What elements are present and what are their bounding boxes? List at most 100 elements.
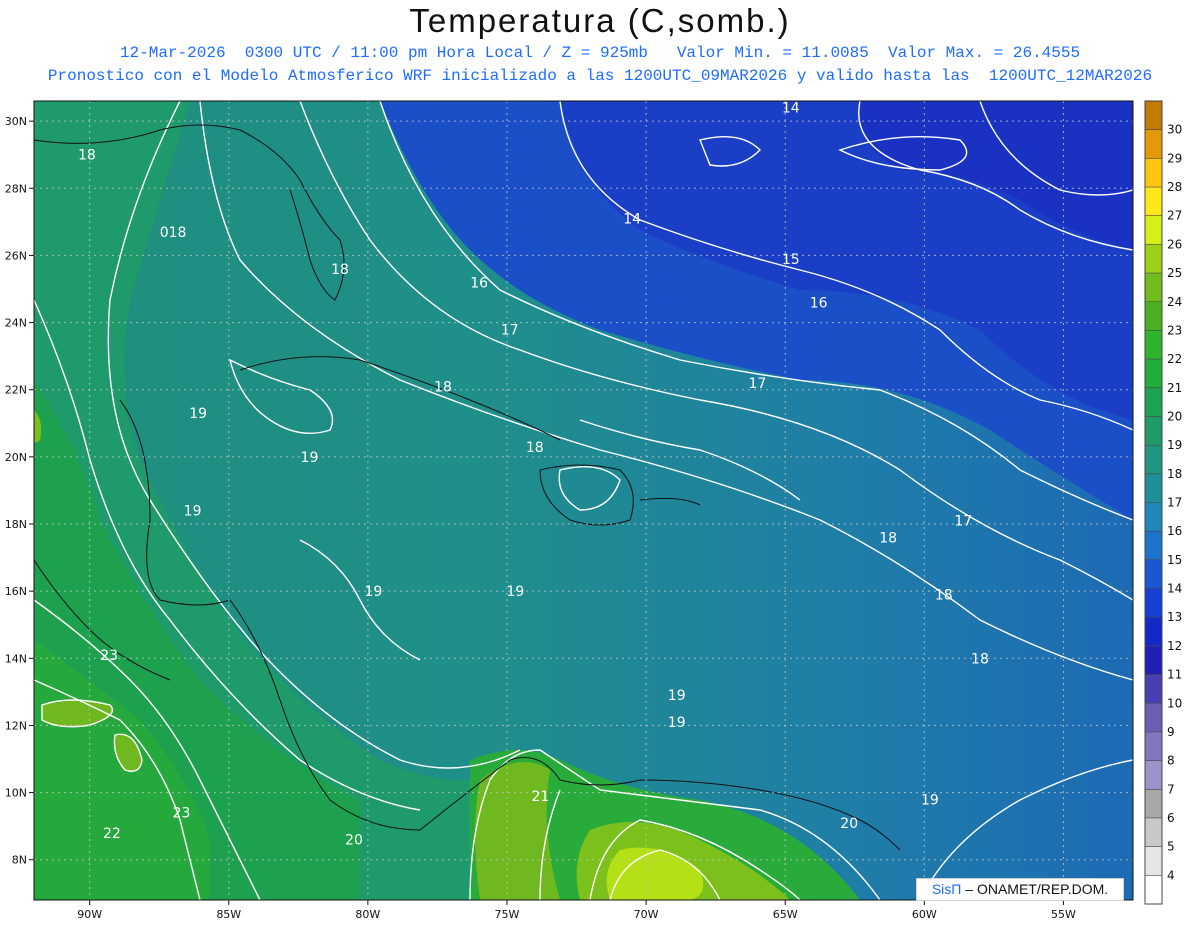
contour-label: 16 bbox=[470, 275, 488, 291]
colorbar-label: 19 bbox=[1167, 438, 1182, 452]
credit-box: SisΠ – ONAMET/REP.DOM. bbox=[916, 878, 1124, 901]
y-tick-label: 8N bbox=[12, 854, 27, 867]
contour-label: 17 bbox=[954, 514, 972, 530]
y-axis: 30N 28N 26N 24N 22N 20N 18N 16N 14N 12N 10N 8N bbox=[5, 115, 34, 867]
contour-label: 19 bbox=[184, 504, 202, 520]
contour-label: 23 bbox=[173, 806, 191, 822]
colorbar-swatch bbox=[1145, 731, 1162, 761]
colorbar-swatch bbox=[1145, 445, 1162, 474]
colorbar-label: 11 bbox=[1167, 668, 1182, 682]
x-axis: 90W 85W 80W 75W 70W 65W 60W 55W bbox=[77, 900, 1076, 921]
colorbar-label: 10 bbox=[1167, 696, 1182, 710]
x-tick-label: 55W bbox=[1051, 908, 1076, 921]
colorbar-label: 28 bbox=[1167, 180, 1182, 194]
colorbar-label: 25 bbox=[1167, 266, 1182, 280]
x-tick-label: 60W bbox=[912, 908, 937, 921]
colorbar-swatch bbox=[1145, 330, 1162, 360]
colorbar-label: 5 bbox=[1167, 840, 1175, 854]
colorbar-swatch bbox=[1145, 129, 1162, 159]
contour-label: 19 bbox=[668, 715, 686, 731]
colorbar-label: 7 bbox=[1167, 782, 1175, 796]
colorbar-label: 4 bbox=[1167, 868, 1175, 882]
colorbar-swatch bbox=[1145, 187, 1162, 216]
colorbar-swatch bbox=[1145, 273, 1162, 302]
colorbar-swatch bbox=[1145, 301, 1162, 331]
colorbar: 4 5 6 7 8 9 10 11 12 13 14 15 16 17 18 19 20 21 22 23 24 25 26… bbox=[1144, 100, 1182, 905]
colorbar-label: 6 bbox=[1167, 811, 1175, 825]
y-tick-label: 10N bbox=[5, 787, 27, 800]
colorbar-label: 17 bbox=[1167, 496, 1182, 510]
contour-label: 19 bbox=[921, 792, 939, 808]
y-tick-label: 28N bbox=[5, 182, 27, 195]
x-tick-label: 65W bbox=[773, 908, 798, 921]
colorbar-label: 15 bbox=[1167, 553, 1182, 567]
contour-label: 19 bbox=[301, 450, 319, 466]
contour-label: 18 bbox=[879, 530, 897, 546]
contour-label: 19 bbox=[506, 584, 524, 600]
contour-label: 17 bbox=[748, 376, 766, 392]
y-tick-label: 14N bbox=[5, 652, 27, 665]
colorbar-swatch bbox=[1145, 817, 1162, 847]
y-tick-label: 24N bbox=[5, 317, 27, 330]
contour-label: 16 bbox=[810, 295, 828, 311]
x-tick-label: 85W bbox=[216, 908, 241, 921]
contour-label: 19 bbox=[189, 406, 207, 422]
colorbar-swatch bbox=[1145, 416, 1162, 446]
colorbar-label: 16 bbox=[1167, 524, 1182, 538]
colorbar-label: 18 bbox=[1167, 467, 1182, 481]
colorbar-label: 13 bbox=[1167, 610, 1182, 624]
colorbar-swatch bbox=[1145, 846, 1162, 876]
colorbar-label: 8 bbox=[1167, 754, 1175, 768]
colorbar-label: 24 bbox=[1167, 295, 1182, 309]
colorbar-label: 20 bbox=[1167, 409, 1182, 423]
x-tick-label: 80W bbox=[355, 908, 380, 921]
colorbar-swatch bbox=[1145, 703, 1162, 732]
colorbar-label: 14 bbox=[1167, 582, 1182, 596]
colorbar-label: 9 bbox=[1167, 725, 1175, 739]
contour-label: 18 bbox=[434, 379, 452, 395]
colorbar-swatch bbox=[1145, 359, 1162, 388]
x-tick-label: 75W bbox=[495, 908, 520, 921]
contour-label: 18 bbox=[526, 440, 544, 456]
y-tick-label: 22N bbox=[5, 384, 27, 397]
colorbar-swatch bbox=[1145, 588, 1162, 618]
contour-label: 14 bbox=[623, 212, 641, 228]
colorbar-label: 21 bbox=[1167, 381, 1182, 395]
y-tick-label: 12N bbox=[5, 719, 27, 732]
y-tick-label: 18N bbox=[5, 518, 27, 531]
credit-brand: SisΠ bbox=[931, 881, 962, 897]
colorbar-label: 12 bbox=[1167, 639, 1182, 653]
colorbar-swatch bbox=[1145, 789, 1162, 818]
contour-label: 18 bbox=[331, 262, 349, 278]
contour-label: 19 bbox=[365, 584, 383, 600]
colorbar-swatch bbox=[1145, 617, 1162, 646]
colorbar-label: 27 bbox=[1167, 209, 1182, 223]
contour-label: 20 bbox=[345, 833, 363, 849]
colorbar-swatch bbox=[1145, 244, 1162, 274]
x-tick-label: 90W bbox=[77, 908, 102, 921]
contour-label: 17 bbox=[501, 322, 519, 338]
y-tick-label: 30N bbox=[5, 115, 27, 128]
contour-label: 19 bbox=[668, 688, 686, 704]
y-tick-label: 16N bbox=[5, 585, 27, 598]
colorbar-swatch bbox=[1145, 559, 1162, 589]
x-tick-label: 70W bbox=[634, 908, 659, 921]
colorbar-swatch bbox=[1145, 101, 1162, 130]
colorbar-label: 22 bbox=[1167, 352, 1182, 366]
colorbar-swatch bbox=[1145, 531, 1162, 560]
colorbar-swatch bbox=[1145, 760, 1162, 790]
colorbar-label: 30 bbox=[1167, 123, 1182, 137]
colorbar-swatch bbox=[1145, 645, 1162, 675]
colorbar-swatch bbox=[1145, 473, 1162, 503]
contour-label: 18 bbox=[971, 651, 989, 667]
y-tick-label: 20N bbox=[5, 451, 27, 464]
contour-label: 20 bbox=[840, 816, 858, 832]
temperature-field bbox=[34, 101, 1133, 900]
colorbar-swatch bbox=[1145, 674, 1162, 704]
contour-label: 018 bbox=[160, 225, 187, 241]
contour-label: 22 bbox=[103, 826, 121, 842]
colorbar-label: 29 bbox=[1167, 151, 1182, 165]
colorbar-swatch bbox=[1145, 215, 1162, 245]
colorbar-swatch bbox=[1145, 875, 1162, 904]
colorbar-label: 23 bbox=[1167, 323, 1182, 337]
